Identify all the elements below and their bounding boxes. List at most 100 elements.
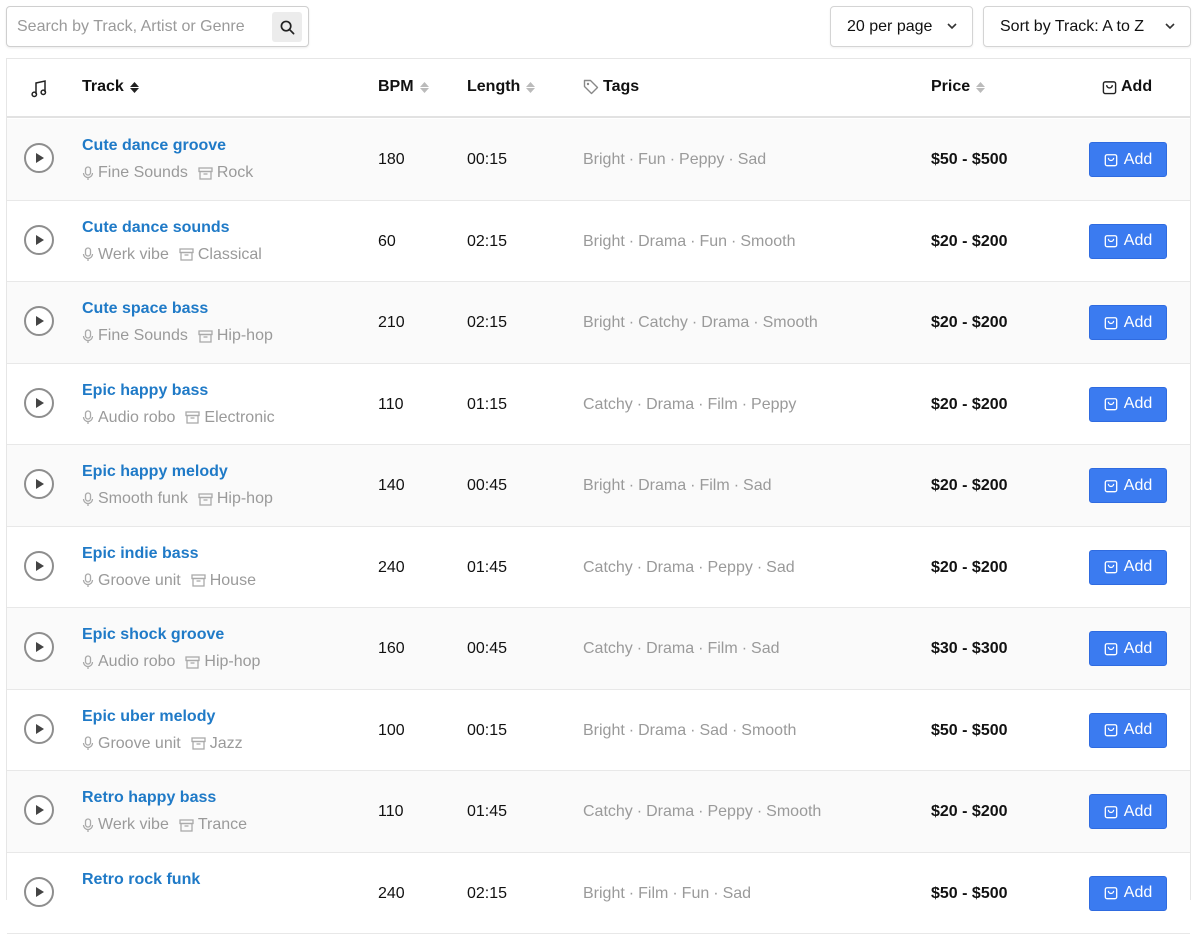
tag[interactable]: Drama bbox=[646, 396, 694, 413]
tag[interactable]: Bright bbox=[583, 885, 625, 902]
tag[interactable]: Peppy bbox=[679, 151, 724, 168]
genre-link[interactable]: House bbox=[210, 572, 256, 590]
track-title-link[interactable]: Epic uber melody bbox=[82, 708, 215, 726]
play-button[interactable] bbox=[24, 714, 54, 744]
tag[interactable]: Peppy bbox=[751, 396, 796, 413]
tag[interactable]: Drama bbox=[646, 559, 694, 576]
genre-link[interactable]: Trance bbox=[198, 816, 247, 834]
track-title-link[interactable]: Cute dance sounds bbox=[82, 219, 230, 237]
tag[interactable]: Catchy bbox=[583, 803, 633, 820]
tag[interactable]: Smooth bbox=[763, 314, 818, 331]
tag[interactable]: Fun bbox=[682, 885, 710, 902]
tag[interactable]: Sad bbox=[699, 722, 727, 739]
genre-link[interactable]: Hip-hop bbox=[217, 490, 273, 508]
play-button[interactable] bbox=[24, 469, 54, 499]
track-title-link[interactable]: Cute dance groove bbox=[82, 137, 226, 155]
tag[interactable]: Sad bbox=[766, 559, 794, 576]
genre-link[interactable]: Hip-hop bbox=[204, 653, 260, 671]
tag[interactable]: Smooth bbox=[766, 803, 821, 820]
tag[interactable]: Catchy bbox=[583, 640, 633, 657]
tag[interactable]: Drama bbox=[701, 314, 749, 331]
tag[interactable]: Bright bbox=[583, 314, 625, 331]
tag[interactable]: Sad bbox=[723, 885, 751, 902]
length-value: 01:45 bbox=[467, 803, 507, 821]
add-to-cart-button[interactable]: Add bbox=[1089, 224, 1167, 259]
tag[interactable]: Smooth bbox=[740, 233, 795, 250]
add-to-cart-button[interactable]: Add bbox=[1089, 631, 1167, 666]
tag[interactable]: Drama bbox=[638, 722, 686, 739]
add-to-cart-button[interactable]: Add bbox=[1089, 713, 1167, 748]
track-title-link[interactable]: Epic indie bass bbox=[82, 545, 198, 563]
play-button[interactable] bbox=[24, 877, 54, 907]
tag[interactable]: Smooth bbox=[741, 722, 796, 739]
genre-link[interactable]: Classical bbox=[198, 246, 262, 264]
tag[interactable]: Catchy bbox=[638, 314, 688, 331]
play-button[interactable] bbox=[24, 551, 54, 581]
artist-link[interactable]: Werk vibe bbox=[98, 816, 169, 834]
play-button[interactable] bbox=[24, 632, 54, 662]
artist-link[interactable]: Groove unit bbox=[98, 572, 181, 590]
track-title-link[interactable]: Epic happy bass bbox=[82, 382, 208, 400]
tag[interactable]: Peppy bbox=[707, 559, 752, 576]
tag[interactable]: Bright bbox=[583, 477, 625, 494]
tag[interactable]: Peppy bbox=[707, 803, 752, 820]
header-price[interactable]: Price bbox=[931, 78, 985, 96]
genre-link[interactable]: Jazz bbox=[210, 735, 243, 753]
add-to-cart-button[interactable]: Add bbox=[1089, 142, 1167, 177]
tag[interactable]: Film bbox=[638, 885, 668, 902]
sort-select[interactable]: Sort by Track: A to Z bbox=[983, 6, 1191, 47]
tag[interactable]: Drama bbox=[638, 233, 686, 250]
add-to-cart-button[interactable]: Add bbox=[1089, 305, 1167, 340]
header-track[interactable]: Track bbox=[82, 78, 139, 96]
artist-link[interactable]: Fine Sounds bbox=[98, 327, 188, 345]
tag[interactable]: Film bbox=[699, 477, 729, 494]
artist-link[interactable]: Werk vibe bbox=[98, 246, 169, 264]
tag[interactable]: Catchy bbox=[583, 559, 633, 576]
tag[interactable]: Catchy bbox=[583, 396, 633, 413]
header-length[interactable]: Length bbox=[467, 78, 535, 96]
artist-link[interactable]: Groove unit bbox=[98, 735, 181, 753]
add-to-cart-button[interactable]: Add bbox=[1089, 550, 1167, 585]
tag[interactable]: Drama bbox=[646, 640, 694, 657]
add-button-label: Add bbox=[1124, 721, 1152, 739]
tag[interactable]: Sad bbox=[751, 640, 779, 657]
tag[interactable]: Bright bbox=[583, 151, 625, 168]
genre-link[interactable]: Electronic bbox=[204, 409, 274, 427]
artist-link[interactable]: Audio robo bbox=[98, 409, 175, 427]
track-title-link[interactable]: Epic shock groove bbox=[82, 626, 224, 644]
per-page-select[interactable]: 20 per page bbox=[830, 6, 973, 47]
add-to-cart-button[interactable]: Add bbox=[1089, 876, 1167, 911]
play-button[interactable] bbox=[24, 306, 54, 336]
search-button[interactable] bbox=[272, 12, 302, 42]
tag[interactable]: Drama bbox=[638, 477, 686, 494]
tag[interactable]: Fun bbox=[699, 233, 727, 250]
tag[interactable]: Drama bbox=[646, 803, 694, 820]
tag[interactable]: Sad bbox=[738, 151, 766, 168]
add-to-cart-button[interactable]: Add bbox=[1089, 794, 1167, 829]
genre-link[interactable]: Hip-hop bbox=[217, 327, 273, 345]
track-title-link[interactable]: Retro rock funk bbox=[82, 871, 200, 889]
tag[interactable]: Film bbox=[707, 396, 737, 413]
search-input[interactable] bbox=[17, 15, 267, 39]
header-bpm[interactable]: BPM bbox=[378, 78, 429, 96]
tag[interactable]: Bright bbox=[583, 233, 625, 250]
play-button[interactable] bbox=[24, 143, 54, 173]
play-button[interactable] bbox=[24, 388, 54, 418]
track-title-link[interactable]: Retro happy bass bbox=[82, 789, 216, 807]
genre-link[interactable]: Rock bbox=[217, 164, 253, 182]
tag[interactable]: Film bbox=[707, 640, 737, 657]
tag[interactable]: Sad bbox=[743, 477, 771, 494]
track-title-link[interactable]: Cute space bass bbox=[82, 300, 208, 318]
add-to-cart-button[interactable]: Add bbox=[1089, 468, 1167, 503]
track-title-link[interactable]: Epic happy melody bbox=[82, 463, 228, 481]
artist-link[interactable]: Smooth funk bbox=[98, 490, 188, 508]
tag[interactable]: Fun bbox=[638, 151, 666, 168]
tag-separator: · bbox=[698, 559, 703, 576]
play-icon bbox=[34, 804, 45, 816]
play-button[interactable] bbox=[24, 795, 54, 825]
artist-link[interactable]: Audio robo bbox=[98, 653, 175, 671]
tag[interactable]: Bright bbox=[583, 722, 625, 739]
artist-link[interactable]: Fine Sounds bbox=[98, 164, 188, 182]
add-to-cart-button[interactable]: Add bbox=[1089, 387, 1167, 422]
play-button[interactable] bbox=[24, 225, 54, 255]
